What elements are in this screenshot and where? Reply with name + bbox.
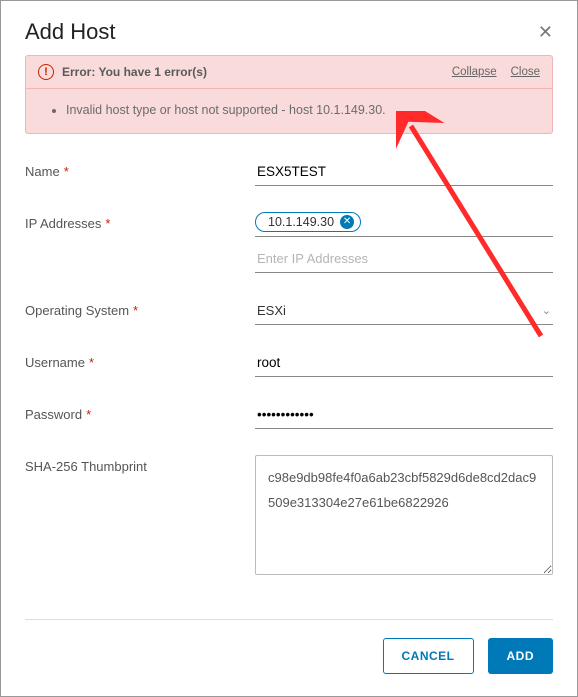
error-links: Collapse Close (452, 66, 540, 78)
label-username-text: Username (25, 355, 85, 370)
label-name: Name * (25, 160, 255, 179)
cancel-button[interactable]: CANCEL (383, 638, 474, 674)
os-select[interactable]: ESXi ⌄ (255, 299, 553, 325)
field-thumbprint (255, 455, 553, 578)
modal-title: Add Host (25, 19, 116, 45)
label-password-text: Password (25, 407, 82, 422)
row-username: Username * (25, 351, 553, 377)
label-thumbprint-text: SHA-256 Thumbprint (25, 459, 147, 474)
collapse-link[interactable]: Collapse (452, 66, 497, 78)
name-input[interactable] (255, 160, 553, 186)
required-asterisk: * (86, 407, 91, 422)
ip-chip: 10.1.149.30 ✕ (255, 212, 361, 232)
error-icon: ! (38, 64, 54, 80)
required-asterisk: * (105, 216, 110, 231)
error-title: Error: You have 1 error(s) (62, 65, 452, 79)
error-body: Invalid host type or host not supported … (26, 89, 552, 133)
field-ip: 10.1.149.30 ✕ Enter IP Addresses (255, 212, 553, 273)
row-name: Name * (25, 160, 553, 186)
thumbprint-textarea[interactable] (255, 455, 553, 575)
ip-chip-remove-icon[interactable]: ✕ (340, 215, 354, 229)
add-host-modal: Add Host ✕ ! Error: You have 1 error(s) … (0, 0, 578, 697)
close-link[interactable]: Close (511, 66, 540, 78)
label-ip-text: IP Addresses (25, 216, 101, 231)
username-input[interactable] (255, 351, 553, 377)
field-password (255, 403, 553, 429)
error-banner: ! Error: You have 1 error(s) Collapse Cl… (25, 55, 553, 134)
row-os: Operating System * ESXi ⌄ (25, 299, 553, 325)
row-password: Password * (25, 403, 553, 429)
ip-chip-line: 10.1.149.30 ✕ (255, 212, 553, 237)
row-thumbprint: SHA-256 Thumbprint (25, 455, 553, 578)
close-icon[interactable]: ✕ (538, 23, 553, 41)
field-os: ESXi ⌄ (255, 299, 553, 325)
label-os-text: Operating System (25, 303, 129, 318)
label-name-text: Name (25, 164, 60, 179)
label-username: Username * (25, 351, 255, 370)
form: Name * IP Addresses * 10.1.149.30 ✕ Enter … (25, 160, 553, 604)
ip-input[interactable]: Enter IP Addresses (255, 245, 553, 273)
error-header: ! Error: You have 1 error(s) Collapse Cl… (26, 56, 552, 89)
error-message: Invalid host type or host not supported … (66, 103, 540, 117)
label-ip: IP Addresses * (25, 212, 255, 231)
modal-header: Add Host ✕ (25, 19, 553, 45)
field-name (255, 160, 553, 186)
password-input[interactable] (255, 403, 553, 429)
label-os: Operating System * (25, 299, 255, 318)
ip-chip-text: 10.1.149.30 (268, 215, 334, 229)
required-asterisk: * (64, 164, 69, 179)
label-thumbprint: SHA-256 Thumbprint (25, 455, 255, 474)
required-asterisk: * (133, 303, 138, 318)
os-value: ESXi (257, 303, 286, 318)
row-ip: IP Addresses * 10.1.149.30 ✕ Enter IP Add… (25, 212, 553, 273)
modal-footer: CANCEL ADD (25, 619, 553, 674)
required-asterisk: * (89, 355, 94, 370)
field-username (255, 351, 553, 377)
label-password: Password * (25, 403, 255, 422)
add-button[interactable]: ADD (488, 638, 554, 674)
chevron-down-icon: ⌄ (542, 304, 551, 317)
